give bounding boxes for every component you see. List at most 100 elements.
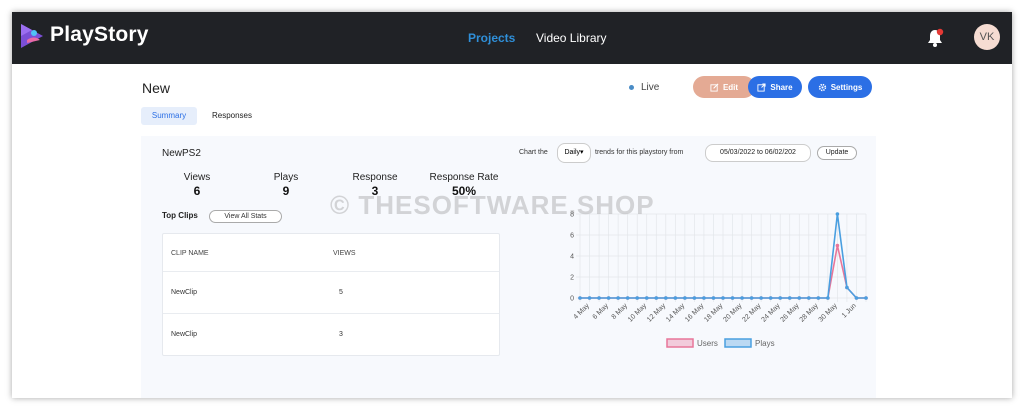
data-point-plays — [740, 296, 744, 300]
share-button-label: Share — [770, 82, 793, 92]
top-clips-table: CLIP NAME VIEWS NewClip 5 NewClip 3 — [162, 233, 500, 356]
data-point-plays — [692, 296, 697, 300]
data-point-plays — [721, 296, 725, 300]
data-point-plays — [683, 296, 687, 300]
data-point-plays — [787, 296, 792, 300]
x-tick-label: 10 May — [627, 302, 649, 324]
edit-icon — [710, 83, 719, 92]
legend-swatch-plays — [724, 338, 752, 348]
data-point-plays — [597, 296, 601, 300]
clip-views: 3 — [339, 331, 343, 338]
page-title: New — [142, 80, 171, 96]
notification-bell-icon[interactable] — [926, 28, 944, 48]
y-tick-label: 6 — [570, 233, 574, 240]
external-link-icon — [757, 82, 766, 92]
y-tick-label: 2 — [570, 275, 574, 282]
stat-label: Response — [352, 172, 398, 183]
caret-down-icon: ▾ — [580, 149, 584, 156]
clip-views: 5 — [339, 289, 343, 296]
data-point-plays — [835, 212, 840, 216]
data-point-plays — [797, 296, 802, 300]
data-point-plays — [625, 296, 630, 300]
x-tick-label: 16 May — [684, 302, 706, 324]
column-header-views[interactable]: VIEWS — [333, 250, 356, 257]
app-window: PlayStory Projects Video Library VK New … — [12, 12, 1012, 398]
live-status-dot — [629, 85, 634, 90]
edit-button-label: Edit — [722, 82, 739, 92]
data-point-plays — [654, 296, 659, 300]
x-tick-label: 24 May — [760, 302, 782, 324]
data-point-plays — [616, 296, 620, 300]
legend-label-users: Users — [697, 339, 718, 348]
stat-views: Views 6 — [157, 172, 237, 198]
x-tick-label: 26 May — [779, 302, 801, 324]
x-tick-label: 4 May — [573, 302, 592, 321]
x-tick-label: 18 May — [703, 302, 725, 324]
data-point-plays — [749, 296, 754, 300]
x-tick-label: 14 May — [665, 302, 687, 324]
data-point-plays — [578, 296, 582, 300]
y-tick-label: 0 — [570, 296, 574, 303]
clip-name[interactable]: NewClip — [171, 289, 197, 296]
edit-button[interactable]: Edit — [693, 76, 755, 98]
playstory-logo-icon — [21, 24, 43, 48]
brand-name[interactable]: PlayStory — [50, 23, 149, 47]
data-point-plays — [864, 296, 868, 300]
legend-swatch-users — [666, 338, 694, 348]
data-point-plays — [606, 296, 611, 300]
x-tick-label: 30 May — [818, 302, 840, 324]
top-clips-heading: Top Clips — [162, 211, 198, 220]
interval-select[interactable]: Daily▾ — [557, 143, 591, 163]
interval-value: Daily — [564, 149, 581, 156]
data-point-plays — [730, 296, 735, 300]
stat-plays: Plays 9 — [246, 172, 326, 198]
stat-label: Views — [183, 172, 211, 183]
y-tick-label: 4 — [570, 254, 574, 261]
playstory-name: NewPS2 — [162, 148, 201, 159]
chart-controls-prefix: Chart the — [519, 149, 548, 156]
stat-label: Plays — [273, 172, 299, 183]
nav-projects[interactable]: Projects — [468, 31, 515, 45]
x-tick-label: 1 Jun — [841, 302, 858, 319]
share-button[interactable]: Share — [748, 76, 802, 98]
x-tick-label: 22 May — [741, 302, 763, 324]
legend-label-plays: Plays — [755, 339, 775, 348]
row-divider — [163, 271, 499, 272]
data-point-plays — [768, 296, 773, 300]
data-point-plays — [845, 285, 849, 290]
view-all-stats-button[interactable]: View All Stats — [209, 210, 282, 223]
x-tick-label: 28 May — [799, 302, 821, 324]
date-range-input[interactable]: 05/03/2022 to 06/02/202 — [705, 144, 811, 162]
nav-video-library[interactable]: Video Library — [536, 31, 607, 45]
x-tick-label: 20 May — [722, 302, 744, 324]
tab-responses[interactable]: Responses — [208, 107, 256, 125]
data-point-plays — [759, 296, 763, 300]
data-point-plays — [778, 296, 782, 300]
data-point-plays — [711, 296, 716, 300]
data-point-plays — [587, 296, 592, 300]
data-point-plays — [635, 296, 639, 300]
stat-value: 6 — [193, 184, 201, 198]
stat-value: 9 — [282, 184, 290, 198]
data-point-plays — [673, 296, 678, 300]
update-button[interactable]: Update — [817, 146, 857, 160]
settings-button-label: Settings — [830, 82, 863, 92]
tab-summary[interactable]: Summary — [141, 107, 197, 125]
user-avatar[interactable]: VK — [974, 24, 1000, 50]
settings-button[interactable]: Settings — [808, 76, 872, 98]
top-navigation-bar: PlayStory Projects Video Library VK — [12, 12, 1012, 64]
live-status-label: Live — [641, 82, 660, 93]
column-header-clip-name[interactable]: CLIP NAME — [171, 250, 209, 257]
gear-icon — [818, 83, 826, 91]
data-point-plays — [826, 296, 830, 300]
data-point-plays — [854, 296, 859, 300]
data-point-plays — [807, 296, 811, 300]
watermark-text: © THESOFTWARE.SHOP — [330, 190, 655, 220]
data-point-plays — [816, 296, 821, 300]
clip-name[interactable]: NewClip — [171, 331, 197, 338]
row-divider — [163, 313, 499, 314]
data-point-users — [835, 243, 840, 248]
data-point-plays — [644, 296, 649, 300]
x-tick-label: 12 May — [646, 302, 668, 324]
x-tick-label: 6 May — [592, 302, 611, 321]
